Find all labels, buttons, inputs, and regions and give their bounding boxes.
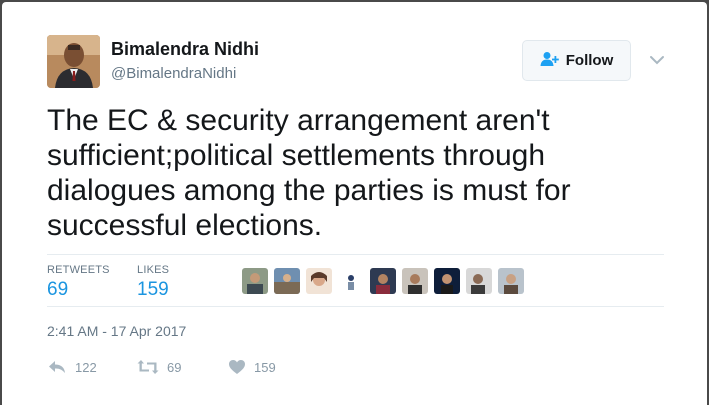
- liker-avatar[interactable]: [370, 268, 396, 294]
- liker-avatars: [242, 268, 524, 294]
- like-count: 159: [254, 359, 276, 375]
- reply-icon: [47, 359, 67, 375]
- reply-button[interactable]: 122: [47, 359, 97, 375]
- tweet-card: Bimalendra Nidhi @BimalendraNidhi Follow…: [2, 2, 707, 405]
- reply-count: 122: [75, 359, 97, 375]
- likes-count: 159: [137, 279, 169, 300]
- tweet-text-line: successful elections.: [47, 209, 323, 242]
- follow-button[interactable]: Follow: [522, 40, 631, 81]
- liker-avatar[interactable]: [306, 268, 332, 294]
- person-add-icon: [540, 51, 560, 71]
- retweet-button[interactable]: 69: [137, 359, 181, 375]
- tweet-timestamp[interactable]: 2:41 AM - 17 Apr 2017: [47, 323, 186, 339]
- retweets-label: RETWEETS: [47, 264, 110, 276]
- user-display-name[interactable]: Bimalendra Nidhi: [111, 39, 259, 60]
- liker-avatar[interactable]: [434, 268, 460, 294]
- user-handle[interactable]: @BimalendraNidhi: [111, 65, 236, 82]
- like-button[interactable]: 159: [228, 359, 276, 375]
- liker-avatar[interactable]: [274, 268, 300, 294]
- chevron-down-icon[interactable]: [648, 51, 666, 69]
- likes-stat[interactable]: LIKES 159: [137, 264, 169, 301]
- liker-avatar[interactable]: [338, 268, 364, 294]
- retweets-count: 69: [47, 279, 69, 300]
- retweet-icon: [137, 359, 159, 375]
- liker-avatar[interactable]: [242, 268, 268, 294]
- follow-button-label: Follow: [565, 52, 614, 69]
- liker-avatar[interactable]: [402, 268, 428, 294]
- retweets-stat[interactable]: RETWEETS 69: [47, 264, 110, 301]
- stats-divider-top: [47, 254, 664, 255]
- tweet-text-line: dialogues among the parties is must for: [47, 174, 571, 207]
- stats-divider-bottom: [47, 306, 664, 307]
- likes-label: LIKES: [137, 264, 170, 276]
- liker-avatar[interactable]: [498, 268, 524, 294]
- heart-icon: [228, 359, 246, 375]
- tweet-text: The EC & security arrangement aren't suf…: [47, 103, 647, 243]
- retweet-count: 69: [167, 359, 182, 375]
- avatar[interactable]: [47, 35, 100, 88]
- liker-avatar[interactable]: [466, 268, 492, 294]
- tweet-text-line: The EC & security arrangement aren't: [47, 104, 550, 137]
- tweet-text-line: sufficient;political settlements through: [47, 139, 546, 172]
